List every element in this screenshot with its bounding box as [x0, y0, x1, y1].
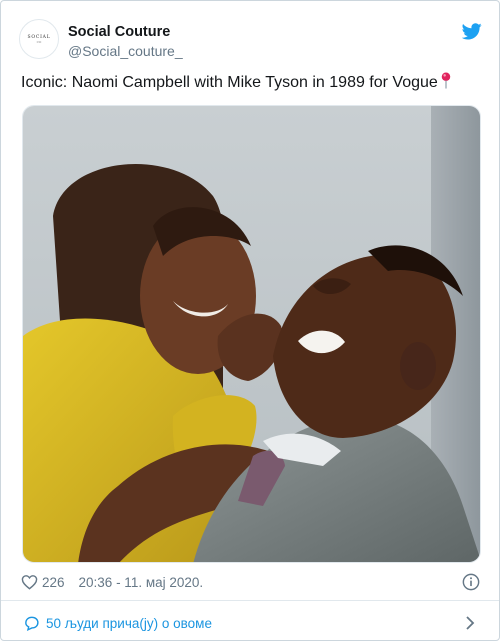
tweet-photo[interactable]	[22, 105, 481, 563]
tweet-text: Iconic: Naomi Campbell with Mike Tyson i…	[21, 74, 438, 91]
pin-icon	[441, 72, 451, 89]
divider	[1, 600, 499, 601]
tweet-text-line: Iconic: Naomi Campbell with Mike Tyson i…	[21, 72, 481, 93]
heart-icon[interactable]	[21, 574, 38, 590]
account-name[interactable]: Social Couture	[68, 23, 170, 41]
timestamp[interactable]: 20:36 - 11. мај 2020.	[79, 575, 204, 590]
photo-image	[23, 106, 480, 562]
conversation-label: 50 људи прича(ју) о овоме	[46, 615, 212, 631]
avatar-logo-subtext: CO	[36, 39, 42, 44]
account-handle[interactable]: @Social_couture_	[68, 42, 183, 60]
tweet-card: SOCIAL CO Social Couture @Social_couture…	[0, 0, 500, 641]
info-icon[interactable]	[462, 573, 480, 591]
twitter-bird-icon[interactable]	[462, 23, 482, 40]
speech-bubble-icon	[25, 616, 39, 631]
avatar[interactable]: SOCIAL CO	[19, 19, 59, 59]
tweet-meta: 226 20:36 - 11. мај 2020.	[21, 572, 203, 592]
like-count[interactable]: 226	[42, 575, 65, 590]
conversation-link[interactable]: 50 људи прича(ју) о овоме	[23, 613, 212, 633]
chevron-right-icon[interactable]	[465, 615, 475, 631]
